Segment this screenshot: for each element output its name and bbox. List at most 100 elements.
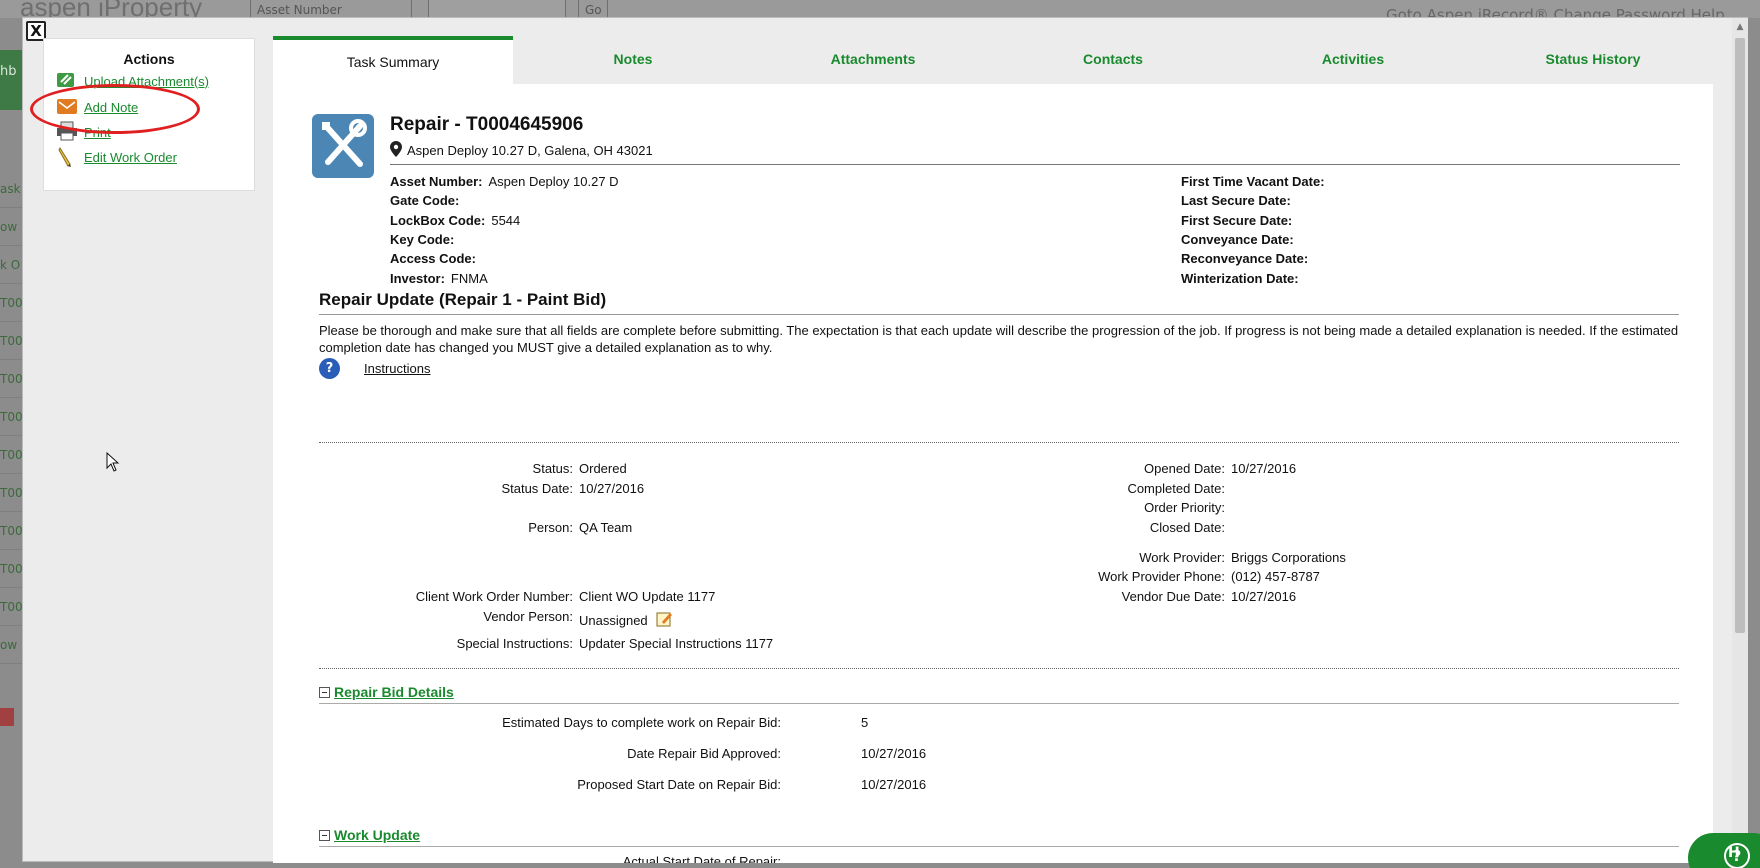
- repair-bid-divider: [319, 703, 1679, 704]
- detail-label: Completed Date:: [1127, 481, 1225, 496]
- property-address-text: Aspen Deploy 10.27 D, Galena, OH 43021: [407, 143, 653, 158]
- person-value: QA Team: [579, 520, 633, 535]
- key-code-row: Key Code:: [390, 232, 460, 247]
- background-red-marker: [0, 708, 14, 726]
- tab-activities[interactable]: Activities: [1233, 36, 1473, 84]
- background-sidebar-item: k O: [0, 246, 22, 284]
- tab-attachments[interactable]: Attachments: [753, 36, 993, 84]
- opened-date-value: 10/27/2016: [1231, 461, 1297, 476]
- asset-label: Last Secure Date:: [1181, 193, 1291, 208]
- detail-label: Status:: [532, 461, 573, 476]
- asset-label: Winterization Date:: [1181, 271, 1299, 286]
- background-search-input: [428, 0, 566, 18]
- detail-label: Vendor Person:: [483, 609, 573, 624]
- bid-label: Proposed Start Date on Repair Bid:: [577, 777, 781, 792]
- dotted-divider: [319, 668, 1679, 669]
- vendor-person-value: Unassigned: [579, 610, 674, 631]
- client-wo-value: Client WO Update 1177: [579, 589, 716, 604]
- asset-label: Key Code:: [390, 232, 455, 247]
- work-update-partial-label: Actual Start Date of Repair:: [622, 854, 781, 863]
- repair-bid-details-title[interactable]: Repair Bid Details: [334, 684, 454, 700]
- asset-label: First Secure Date:: [1181, 213, 1293, 228]
- background-green-tab: hb: [0, 50, 22, 110]
- last-secure-row: Last Secure Date:: [1181, 193, 1297, 208]
- background-sidebar-item: ow: [0, 626, 22, 664]
- asset-label: Access Code:: [390, 251, 476, 266]
- tab-status-history[interactable]: Status History: [1473, 36, 1713, 84]
- repair-bid-details-header[interactable]: Repair Bid Details: [319, 684, 454, 700]
- collapse-icon[interactable]: [319, 686, 330, 698]
- detail-label: Work Provider:: [1139, 550, 1225, 565]
- background-sidebar-item: T00: [0, 512, 23, 550]
- detail-label: Vendor Due Date:: [1121, 589, 1225, 604]
- help-circle-icon[interactable]: ?: [319, 358, 340, 379]
- collapse-icon[interactable]: [319, 829, 330, 841]
- asset-label: Investor:: [390, 271, 445, 286]
- tab-notes[interactable]: Notes: [513, 36, 753, 84]
- work-update-header[interactable]: Work Update: [319, 827, 420, 843]
- instructions-link[interactable]: Instructions: [364, 361, 430, 376]
- scroll-up-icon[interactable]: ▲: [1735, 22, 1745, 32]
- vendor-person-text: Unassigned: [579, 613, 648, 628]
- special-instructions-value: Updater Special Instructions 1177: [579, 636, 774, 651]
- bid-value: 10/27/2016: [861, 777, 927, 792]
- repair-update-intro: Please be thorough and make sure that al…: [319, 323, 1679, 355]
- detail-label: Special Instructions:: [456, 636, 573, 651]
- detail-label: Person:: [528, 520, 573, 535]
- asset-label: Gate Code:: [390, 193, 460, 208]
- background-sidebar-item: ask: [0, 170, 22, 208]
- repair-tools-icon: [312, 114, 374, 178]
- help-widget-button[interactable]: ? H: [1688, 833, 1760, 868]
- background-sidebar-item: T00: [0, 398, 23, 436]
- header-divider: [390, 164, 1680, 165]
- pencil-icon: [56, 146, 78, 168]
- repair-update-title: Repair Update (Repair 1 - Paint Bid): [319, 290, 607, 309]
- status-value: Ordered: [579, 461, 627, 476]
- modal-scrollbar[interactable]: ▲: [1732, 18, 1748, 863]
- scroll-thumb[interactable]: [1735, 38, 1745, 633]
- property-address: Aspen Deploy 10.27 D, Galena, OH 43021: [390, 141, 653, 160]
- map-pin-icon: [390, 141, 402, 160]
- background-sidebar-item: ow: [0, 208, 22, 246]
- tab-bar: Task Summary Notes Attachments Contacts …: [273, 36, 1713, 84]
- work-provider-value: Briggs Corporations: [1231, 550, 1346, 565]
- work-provider-phone-value: (012) 457-8787: [1231, 569, 1320, 584]
- asset-number-row: Asset Number: Aspen Deploy 10.27 D: [390, 174, 619, 189]
- detail-label: Work Provider Phone:: [1098, 569, 1225, 584]
- asset-label: LockBox Code:: [390, 213, 486, 228]
- dotted-divider: [319, 442, 1679, 443]
- task-modal: X Actions Upload Attachment(s) Add Note …: [22, 17, 1748, 863]
- tab-task-summary[interactable]: Task Summary: [273, 36, 513, 84]
- conveyance-row: Conveyance Date:: [1181, 232, 1300, 247]
- page-title: Repair - T0004645906: [390, 114, 584, 135]
- background-sidebar-item: T00: [0, 360, 23, 398]
- background-sidebar-item: T00: [0, 550, 23, 588]
- mouse-cursor-icon: [106, 451, 120, 476]
- asset-label: Conveyance Date:: [1181, 232, 1294, 247]
- highlight-oval: [30, 84, 200, 134]
- actions-title: Actions: [123, 51, 175, 67]
- first-secure-row: First Secure Date:: [1181, 213, 1298, 228]
- bid-label: Date Repair Bid Approved:: [627, 746, 781, 761]
- tab-contacts[interactable]: Contacts: [993, 36, 1233, 84]
- background-sidebar-item: T00: [0, 322, 23, 360]
- task-summary-content: Repair - T0004645906 Aspen Deploy 10.27 …: [273, 84, 1713, 863]
- work-update-title[interactable]: Work Update: [334, 827, 420, 843]
- background-sidebar-item: T00: [0, 284, 23, 322]
- vendor-due-date-value: 10/27/2016: [1231, 589, 1297, 604]
- detail-label: Closed Date:: [1149, 520, 1225, 535]
- bid-label: Estimated Days to complete work on Repai…: [502, 715, 781, 730]
- background-green-tab-label: hb: [0, 64, 17, 79]
- access-code-row: Access Code:: [390, 251, 482, 266]
- edit-vendor-icon[interactable]: [656, 610, 674, 631]
- asset-value: Aspen Deploy 10.27 D: [488, 174, 619, 189]
- background-sidebar-item: T00: [0, 436, 23, 474]
- repair-update-divider: [319, 314, 1679, 315]
- action-edit-work-order[interactable]: Edit Work Order: [56, 145, 177, 169]
- asset-label: Asset Number:: [390, 174, 483, 189]
- action-edit-work-order-link[interactable]: Edit Work Order: [84, 150, 177, 165]
- bid-value: 5: [861, 715, 869, 730]
- asset-label: Reconveyance Date:: [1181, 251, 1309, 266]
- first-time-vacant-row: First Time Vacant Date:: [1181, 174, 1331, 189]
- detail-label: Status Date:: [501, 481, 573, 496]
